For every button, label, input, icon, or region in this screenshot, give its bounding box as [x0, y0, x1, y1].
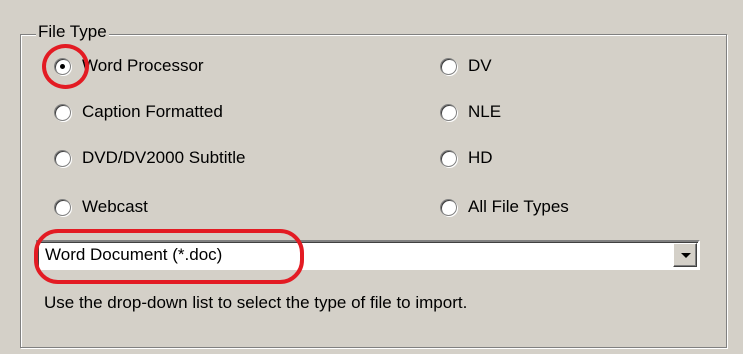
radio-label: DVD/DV2000 Subtitle: [82, 148, 246, 167]
radio-caption-formatted[interactable]: Caption Formatted: [54, 98, 223, 126]
radio-circle: [440, 57, 457, 75]
radio-circle: [440, 149, 457, 167]
hint-text: Use the drop-down list to select the typ…: [44, 293, 468, 312]
radio-circle: [54, 149, 71, 167]
highlight-circle-annotation: [42, 44, 89, 89]
radio-all-file-types[interactable]: All File Types: [440, 193, 569, 221]
radio-label: DV: [468, 56, 492, 75]
radio-circle: [54, 103, 71, 121]
radio-label: HD: [468, 148, 493, 167]
radio-label: NLE: [468, 102, 502, 121]
radio-label: Word Processor: [82, 56, 204, 75]
radio-nle[interactable]: NLE: [440, 98, 501, 126]
radio-label: Caption Formatted: [82, 102, 223, 121]
file-type-legend: File Type: [36, 21, 109, 43]
highlight-dropdown-annotation: [34, 229, 304, 284]
radio-circle: [54, 198, 71, 216]
radio-label: All File Types: [468, 197, 569, 216]
radio-dv[interactable]: DV: [440, 52, 492, 80]
radio-circle: [440, 103, 457, 121]
radio-dvd-dv2000-subtitle[interactable]: DVD/DV2000 Subtitle: [54, 144, 245, 172]
radio-circle: [440, 198, 457, 216]
radio-hd[interactable]: HD: [440, 144, 493, 172]
radio-label: Webcast: [82, 197, 148, 216]
chevron-down-icon: [681, 253, 691, 258]
dropdown-arrow-button[interactable]: [673, 243, 697, 267]
radio-webcast[interactable]: Webcast: [54, 193, 148, 221]
